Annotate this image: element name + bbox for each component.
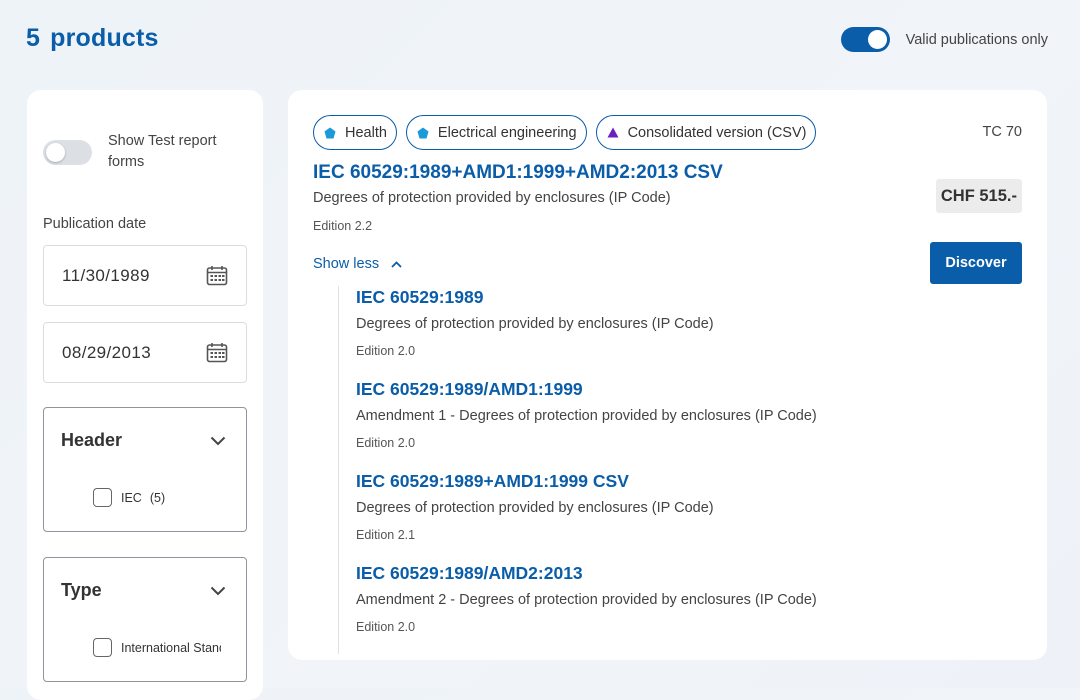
sub-item-description: Degrees of protection provided by enclos… — [356, 316, 714, 332]
toggle-knob — [867, 30, 887, 49]
tag-consolidated-version[interactable]: Consolidated version (CSV) — [595, 115, 817, 150]
checkbox[interactable] — [93, 638, 112, 657]
chevron-down-icon[interactable] — [210, 436, 226, 446]
triangle-icon — [607, 127, 619, 138]
product-edition: Edition 2.2 — [313, 219, 373, 233]
sub-item-title-link[interactable]: IEC 60529:1989+AMD1:1999 CSV — [356, 471, 629, 492]
list-item: IEC 60529:1989 Degrees of protection pro… — [338, 286, 1018, 378]
sub-item-description: Amendment 1 - Degrees of protection prov… — [356, 408, 817, 424]
sub-item-edition: Edition 2.0 — [356, 344, 416, 358]
list-item: IEC 60529:1989+AMD1:1999 CSV Degrees of … — [338, 470, 1018, 562]
sub-item-title-link[interactable]: IEC 60529:1989/AMD2:2013 — [356, 563, 583, 584]
product-title-link[interactable]: IEC 60529:1989+AMD1:1999+AMD2:2013 CSV — [313, 162, 723, 184]
list-item: IEC 60529:1989/AMD2:2013 Amendment 2 - D… — [338, 562, 1018, 654]
technical-committee: TC 70 — [982, 124, 1023, 140]
list-item: IEC 60529:1989/AMD1:1999 Amendment 1 - D… — [338, 378, 1018, 470]
date-to-field[interactable]: 08/29/2013 — [43, 322, 247, 383]
chevron-down-icon[interactable] — [210, 586, 226, 596]
facet-title: Header — [61, 430, 123, 450]
sub-item-edition: Edition 2.1 — [356, 528, 416, 542]
test-report-label: Show Test report forms — [108, 133, 217, 170]
tag-health[interactable]: Health — [313, 115, 397, 150]
facet-option-iec[interactable]: IEC (5) — [93, 488, 223, 507]
tag-list: Health Electrical engineering Consolidat… — [313, 115, 817, 150]
sub-item-title-link[interactable]: IEC 60529:1989 — [356, 287, 483, 308]
tag-label: Health — [345, 124, 387, 141]
results-count: 5 products — [26, 24, 159, 53]
calendar-icon[interactable] — [206, 265, 228, 286]
show-less-label: Show less — [313, 256, 380, 272]
valid-publications-toggle[interactable] — [840, 27, 890, 52]
facet-option-international-standard[interactable]: International Standard — [93, 638, 221, 657]
valid-publications-toggle-group: Valid publications only — [840, 27, 1048, 52]
date-from-value: 11/30/1989 — [62, 265, 150, 285]
tag-label: Consolidated version (CSV) — [627, 124, 807, 141]
show-less-button[interactable]: Show less — [313, 256, 402, 272]
product-description: Degrees of protection provided by enclos… — [313, 190, 671, 206]
facet-option-label: IEC — [121, 490, 142, 505]
facet-header: Header IEC (5) — [43, 407, 247, 532]
checkbox[interactable] — [93, 488, 112, 507]
test-report-toggle[interactable] — [43, 140, 92, 165]
chevron-up-icon — [391, 260, 402, 268]
sub-item-title-link[interactable]: IEC 60529:1989/AMD1:1999 — [356, 379, 583, 400]
related-publications-list: IEC 60529:1989 Degrees of protection pro… — [338, 286, 1018, 654]
calendar-icon[interactable] — [206, 342, 228, 363]
sub-item-description: Degrees of protection provided by enclos… — [356, 500, 714, 516]
facet-option-label: International Standard — [121, 640, 221, 655]
filter-sidebar: Show Test report forms Publication date … — [27, 90, 263, 700]
toggle-knob — [46, 143, 65, 162]
facet-title: Type — [61, 580, 102, 600]
date-from-field[interactable]: 11/30/1989 — [43, 245, 247, 306]
pentagon-icon — [324, 127, 336, 138]
results-count-label: products — [50, 24, 159, 52]
facet-type: Type International Standard — [43, 557, 247, 682]
product-price: CHF 515.- — [935, 179, 1022, 213]
discover-button[interactable]: Discover — [930, 242, 1022, 284]
results-count-number: 5 — [26, 24, 41, 52]
sub-item-description: Amendment 2 - Degrees of protection prov… — [356, 592, 817, 608]
sub-item-edition: Edition 2.0 — [356, 620, 416, 634]
facet-option-count: (5) — [149, 490, 166, 505]
publication-date-label: Publication date — [43, 216, 147, 232]
pentagon-icon — [417, 127, 429, 138]
tag-label: Electrical engineering — [437, 124, 577, 141]
date-to-value: 08/29/2013 — [62, 342, 152, 362]
valid-publications-label: Valid publications only — [905, 31, 1048, 48]
tag-electrical-engineering[interactable]: Electrical engineering — [405, 115, 587, 150]
results-header: 5 products Valid publications only — [0, 0, 1080, 80]
sub-item-edition: Edition 2.0 — [356, 436, 416, 450]
product-card: Health Electrical engineering Consolidat… — [288, 90, 1047, 660]
